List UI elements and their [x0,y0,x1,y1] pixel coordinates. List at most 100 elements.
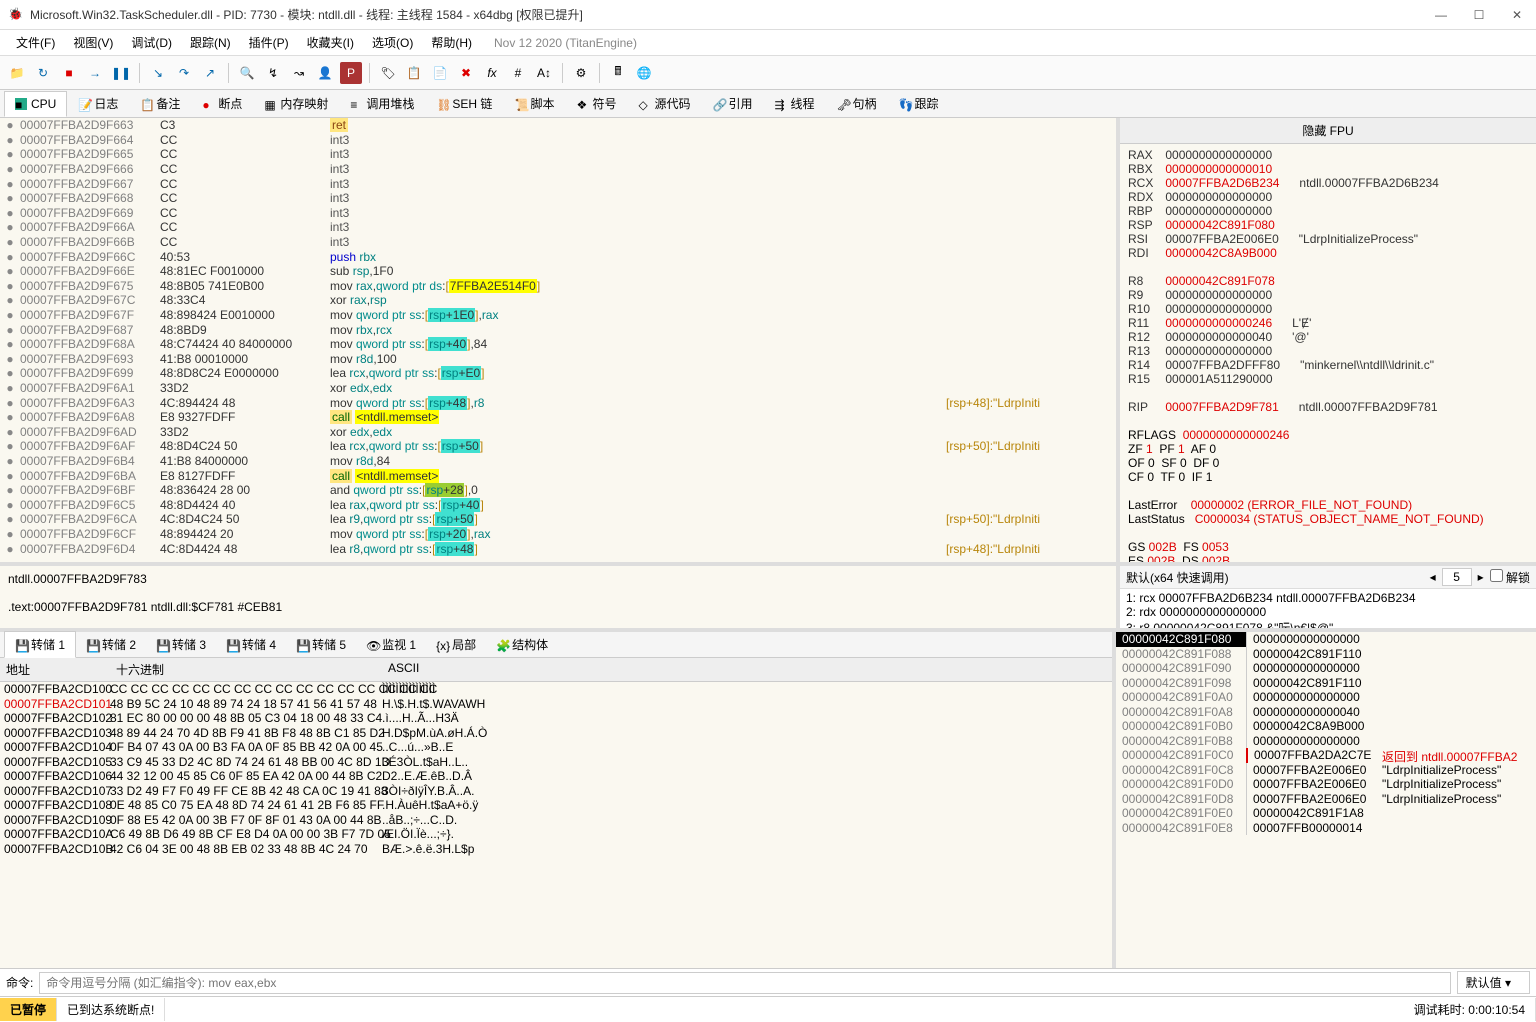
register-line[interactable]: RSP 00000042C891F080 [1128,218,1528,232]
register-line[interactable]: GS 002B FS 0053 [1128,540,1528,554]
disasm-row[interactable]: ●00007FFBA2D9F6AF48:8D4C24 50lea rcx,qwo… [0,439,1116,454]
dump-row[interactable]: 00007FFBA2CD10533 C9 45 33 D2 4C 8D 74 2… [0,755,1112,770]
stack-row[interactable]: 00000042C891F0D800007FFBA2E006E0"LdrpIni… [1116,792,1536,807]
disasm-row[interactable]: ●00007FFBA2D9F66C40:53push rbx [0,249,1116,264]
tab-handles[interactable]: 🗝句柄 [826,89,888,118]
tab-dump3[interactable]: 💾转储 3 [146,632,216,657]
stack-row[interactable]: 00000042C891F0800000000000000000 [1116,632,1536,647]
maximize-button[interactable]: ☐ [1472,8,1486,22]
disasm-row[interactable]: ●00007FFBA2D9F667CCint3 [0,176,1116,191]
disassembly-view[interactable]: ●00007FFBA2D9F663C3ret●00007FFBA2D9F664C… [0,118,1116,562]
stack-row[interactable]: 00000042C891F08800000042C891F110 [1116,647,1536,662]
stack-row[interactable]: 00000042C891F0B000000042C8A9B000 [1116,719,1536,734]
register-line[interactable]: RCX 00007FFBA2D6B234ntdll.00007FFBA2D6B2… [1128,176,1528,190]
menu-file[interactable]: 文件(F) [8,31,63,54]
tab-references[interactable]: 🔗引用 [701,89,763,118]
disasm-row[interactable]: ●00007FFBA2D9F6AD33D2xor edx,edx [0,424,1116,439]
toggle-icon[interactable]: ✖ [455,62,477,84]
stepover-icon[interactable]: ↷ [173,62,195,84]
tab-trace[interactable]: 👣跟踪 [888,89,950,118]
tab-notes[interactable]: 📋备注 [129,89,191,118]
disasm-row[interactable]: ●00007FFBA2D9F67548:8B05 741E0B00mov rax… [0,279,1116,294]
dump-row[interactable]: 00007FFBA2CD10B42 C6 04 3E 00 48 8B EB 0… [0,842,1112,857]
register-line[interactable]: RDI 00000042C8A9B000 [1128,246,1528,260]
tab-threads[interactable]: ⇶线程 [764,89,826,118]
registers-view[interactable]: 隐藏 FPU RAX 0000000000000000RBX 000000000… [1116,118,1536,562]
disasm-row[interactable]: ●00007FFBA2D9F666CCint3 [0,162,1116,177]
stack-row[interactable]: 00000042C891F0C800007FFBA2E006E0"LdrpIni… [1116,763,1536,778]
settings-icon[interactable]: ⚙ [570,62,592,84]
dump-row[interactable]: 00007FFBA2CD10AC6 49 8B D6 49 8B CF E8 D… [0,827,1112,842]
register-line[interactable]: RAX 0000000000000000 [1128,148,1528,162]
disasm-row[interactable]: ●00007FFBA2D9F69341:B8 00010000mov r8d,1… [0,352,1116,367]
disasm-row[interactable]: ●00007FFBA2D9F6B441:B8 84000000mov r8d,8… [0,454,1116,469]
tab-memmap[interactable]: ▦内存映射 [253,89,339,118]
register-line[interactable]: RBP 0000000000000000 [1128,204,1528,218]
stack-row[interactable]: 00000042C891F0A00000000000000000 [1116,690,1536,705]
tab-watch[interactable]: 👁监视 1 [356,632,426,657]
hash-icon[interactable]: # [507,62,529,84]
tab-struct[interactable]: 🧩结构体 [486,632,558,657]
register-line[interactable]: RBX 0000000000000010 [1128,162,1528,176]
register-line[interactable]: R15 000001A511290000 [1128,372,1528,386]
stack-row[interactable]: 00000042C891F0E000000042C891F1A8 [1116,806,1536,821]
stack-row[interactable]: 00000042C891F0E800007FFB00000014 [1116,821,1536,836]
register-line[interactable] [1128,386,1528,400]
tab-dump2[interactable]: 💾转储 2 [76,632,146,657]
stack-row[interactable]: 00000042C891F09800000042C891F110 [1116,676,1536,691]
bookmark-icon[interactable]: 📄 [429,62,451,84]
register-line[interactable]: RDX 0000000000000000 [1128,190,1528,204]
comment-icon[interactable]: 🏷 [377,62,399,84]
globe-icon[interactable]: 🌐 [633,62,655,84]
disasm-row[interactable]: ●00007FFBA2D9F6A34C:894424 48mov qword p… [0,395,1116,410]
tab-locals[interactable]: {x}局部 [426,632,486,657]
tilret-icon[interactable]: 👤 [314,62,336,84]
disasm-row[interactable]: ●00007FFBA2D9F6CA4C:8D4C24 50lea r9,qwor… [0,512,1116,527]
disasm-row[interactable]: ●00007FFBA2D9F6BAE8 8127FDFFcall <ntdll.… [0,468,1116,483]
dump-row[interactable]: 00007FFBA2CD10733 D2 49 F7 F0 49 FF CE 8… [0,784,1112,799]
register-line[interactable]: CF 0 TF 0 IF 1 [1128,470,1528,484]
dump-row[interactable]: 00007FFBA2CD10281 EC 80 00 00 00 48 8B 0… [0,711,1112,726]
calling-convention-dropdown[interactable]: 默认(x64 快速调用) [1126,569,1424,586]
fpu-toggle[interactable]: 隐藏 FPU [1120,118,1536,144]
tab-seh[interactable]: ⛓SEH 链 [425,89,503,118]
disasm-row[interactable]: ●00007FFBA2D9F6A133D2xor edx,edx [0,381,1116,396]
register-line[interactable] [1128,484,1528,498]
register-line[interactable]: R14 00007FFBA2DFFF80"minkernel\\ntdll\\l… [1128,358,1528,372]
disasm-row[interactable]: ●00007FFBA2D9F69948:8D8C24 E0000000lea r… [0,366,1116,381]
dump-row[interactable]: 00007FFBA2CD10644 32 12 00 45 85 C6 0F 8… [0,769,1112,784]
register-line[interactable] [1128,414,1528,428]
arg-spin-left[interactable]: ◂ [1430,570,1436,584]
disasm-row[interactable]: ●00007FFBA2D9F6C548:8D4424 40lea rax,qwo… [0,497,1116,512]
arg-spin-right[interactable]: ▸ [1478,570,1484,584]
disasm-row[interactable]: ●00007FFBA2D9F68748:8BD9mov rbx,rcx [0,322,1116,337]
pause-icon[interactable]: ❚❚ [110,62,132,84]
dump-view[interactable]: 00007FFBA2CD100CC CC CC CC CC CC CC CC C… [0,682,1112,968]
tab-log[interactable]: 📝日志 [67,89,129,118]
menu-view[interactable]: 视图(V) [65,31,121,54]
register-line[interactable]: R11 0000000000000246L'Ɇ' [1128,316,1528,330]
tab-symbols[interactable]: ❖符号 [565,89,627,118]
disasm-row[interactable]: ●00007FFBA2D9F68A48:C74424 40 84000000mo… [0,337,1116,352]
register-line[interactable]: R12 0000000000000040'@' [1128,330,1528,344]
menu-help[interactable]: 帮助(H) [423,31,480,54]
arg-line[interactable]: 3: r8 00000042C891F078 &"呍\n€|$@" [1126,619,1530,628]
tab-callstack[interactable]: ≡调用堆栈 [339,89,425,118]
stack-row[interactable]: 00000042C891F0D000007FFBA2E006E0"LdrpIni… [1116,777,1536,792]
menu-plugins[interactable]: 插件(P) [241,31,297,54]
tab-source[interactable]: ◇源代码 [627,89,701,118]
stop-icon[interactable]: ■ [58,62,80,84]
font-icon[interactable]: A↕ [533,62,555,84]
disasm-row[interactable]: ●00007FFBA2D9F6A8E8 9327FDFFcall <ntdll.… [0,410,1116,425]
register-line[interactable]: R8 00000042C891F078 [1128,274,1528,288]
tab-dump1[interactable]: 💾转储 1 [4,631,76,658]
traceover-icon[interactable]: ↝ [288,62,310,84]
register-line[interactable]: R13 0000000000000000 [1128,344,1528,358]
run-icon[interactable]: → [84,62,106,84]
stack-row[interactable]: 00000042C891F0B80000000000000000 [1116,734,1536,749]
register-line[interactable] [1128,260,1528,274]
open-icon[interactable]: 📁 [6,62,28,84]
stack-row[interactable]: 00000042C891F0C000007FFBA2DA2C7E返回到 ntdl… [1116,748,1536,763]
register-line[interactable]: RIP 00007FFBA2D9F781ntdll.00007FFBA2D9F7… [1128,400,1528,414]
tab-script[interactable]: 📜脚本 [503,89,565,118]
